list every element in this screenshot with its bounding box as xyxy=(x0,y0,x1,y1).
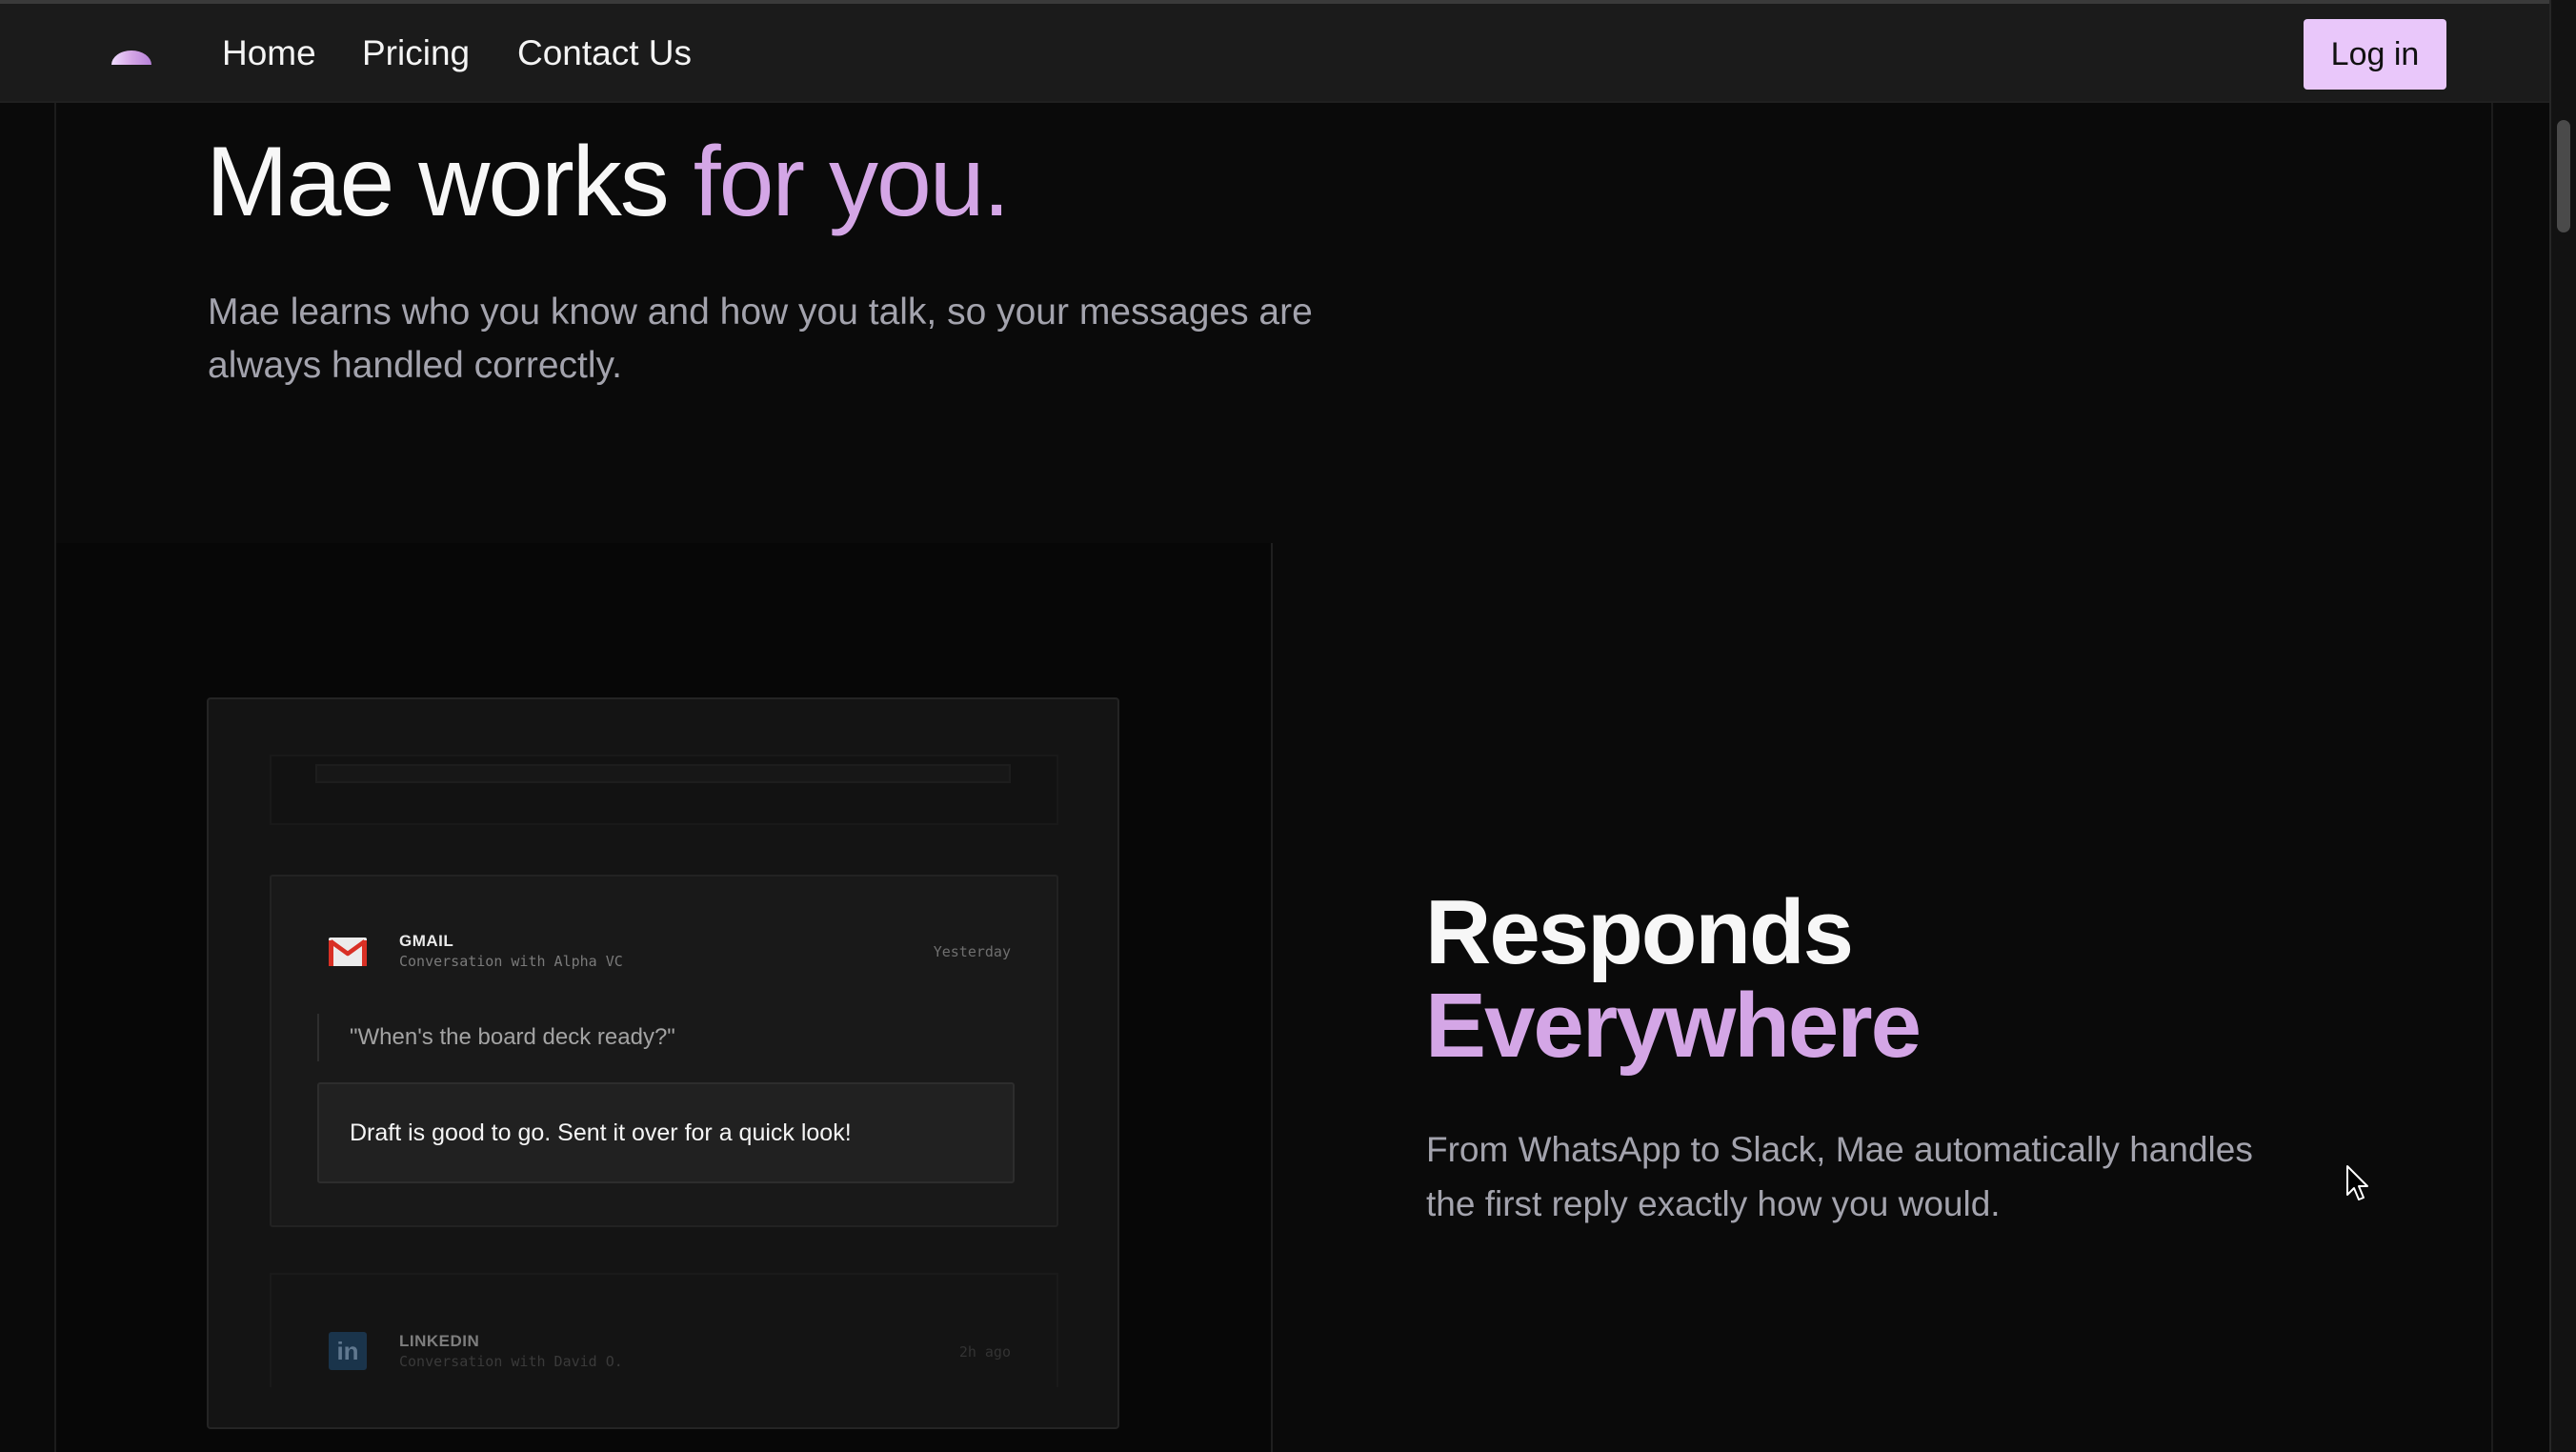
linkedin-app-name: LINKEDIN xyxy=(399,1332,480,1350)
linkedin-timestamp: 2h ago xyxy=(958,1343,1011,1361)
linkedin-message-card: in LINKEDIN Conversation with David O. 2… xyxy=(270,1273,1058,1387)
gmail-message-card: GMAIL Conversation with Alpha VC Yesterd… xyxy=(270,875,1058,1227)
incoming-message: "When's the board deck ready?" xyxy=(317,1014,675,1061)
feature-title-line2: Everywhere xyxy=(1425,975,1922,1077)
gmail-app-name: GMAIL xyxy=(399,932,454,950)
drafted-reply: Draft is good to go. Sent it over for a … xyxy=(317,1082,1015,1183)
top-navbar: Home Pricing Contact Us Log in xyxy=(0,4,2549,103)
linkedin-icon: in xyxy=(329,1332,367,1370)
feature-description: From WhatsApp to Slack, Mae automaticall… xyxy=(1426,1130,2253,1223)
faded-message-card xyxy=(270,755,1058,825)
gmail-icon xyxy=(329,938,367,966)
feature-title: Responds Everywhere xyxy=(1425,881,1922,1077)
right-rail-divider xyxy=(2491,4,2493,1452)
nav-link-contact[interactable]: Contact Us xyxy=(517,30,692,76)
nav-link-pricing[interactable]: Pricing xyxy=(362,30,470,76)
vertical-scrollbar[interactable] xyxy=(2549,0,2576,1452)
messages-mockup: GMAIL Conversation with Alpha VC Yesterd… xyxy=(207,697,1119,1429)
scrollbar-thumb[interactable] xyxy=(2557,120,2570,232)
mouse-cursor-icon xyxy=(2346,1165,2368,1200)
feature-visual-panel: GMAIL Conversation with Alpha VC Yesterd… xyxy=(56,543,1273,1452)
page: Home Pricing Contact Us Log in Mae works… xyxy=(0,4,2549,1452)
gmail-conversation: Conversation with Alpha VC xyxy=(399,953,623,970)
hero-subtitle: Mae learns who you know and how you talk… xyxy=(208,292,1313,386)
hero-title-accent: for you. xyxy=(693,127,1011,237)
gmail-timestamp: Yesterday xyxy=(933,943,1011,960)
faded-placeholder-bar xyxy=(315,764,1011,783)
feature-title-line1: Responds xyxy=(1425,881,1854,983)
nav-link-home[interactable]: Home xyxy=(222,30,316,76)
hero-title-main: Mae works xyxy=(206,127,694,237)
linkedin-conversation: Conversation with David O. xyxy=(399,1353,623,1370)
login-button[interactable]: Log in xyxy=(2304,19,2446,90)
feature-section: GMAIL Conversation with Alpha VC Yesterd… xyxy=(56,543,2491,1452)
mae-logo-icon[interactable] xyxy=(111,46,151,65)
hero-title: Mae works for you. xyxy=(206,120,1011,244)
